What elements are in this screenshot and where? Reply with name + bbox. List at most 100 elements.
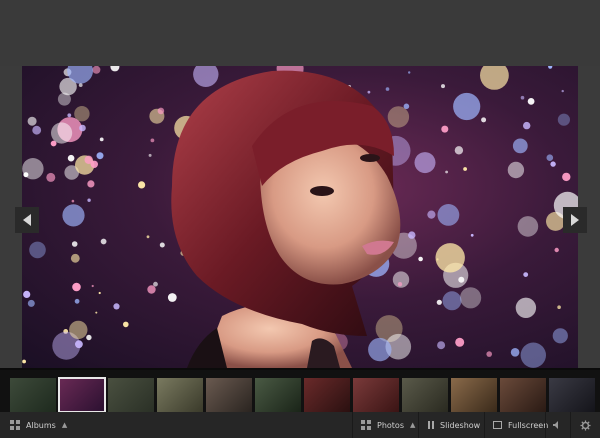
bokeh-dot bbox=[441, 125, 449, 133]
bokeh-dot bbox=[157, 107, 165, 115]
bokeh-dot bbox=[510, 348, 520, 357]
thumbnail[interactable] bbox=[549, 378, 595, 412]
bokeh-dot bbox=[153, 281, 158, 287]
slideshow-label: Slideshow bbox=[440, 420, 481, 430]
bokeh-dot bbox=[138, 181, 146, 189]
divider bbox=[484, 412, 485, 438]
bokeh-dot bbox=[546, 154, 554, 161]
bokeh-dot bbox=[148, 153, 152, 157]
sound-button[interactable] bbox=[553, 412, 561, 438]
bokeh-dot bbox=[414, 152, 436, 174]
bokeh-dot bbox=[454, 146, 464, 155]
bokeh-dot bbox=[437, 204, 460, 226]
bokeh-dot bbox=[84, 155, 93, 164]
bokeh-dot bbox=[193, 66, 219, 87]
bokeh-dot bbox=[470, 233, 474, 237]
thumbnail[interactable] bbox=[304, 378, 350, 412]
bokeh-dot bbox=[98, 291, 101, 295]
bokeh-dot bbox=[442, 291, 462, 311]
bokeh-dot bbox=[460, 287, 482, 309]
bokeh-dot bbox=[57, 92, 71, 106]
bokeh-dot bbox=[455, 337, 465, 347]
bokeh-dot bbox=[69, 320, 88, 340]
settings-button[interactable] bbox=[580, 412, 591, 438]
divider bbox=[352, 412, 353, 438]
bokeh-dot bbox=[32, 125, 42, 135]
bokeh-dot bbox=[74, 106, 90, 122]
thumbnail[interactable] bbox=[353, 378, 399, 412]
bokeh-dot bbox=[517, 216, 539, 237]
thumbnail[interactable] bbox=[255, 378, 301, 412]
chevron-up-icon: ▲ bbox=[61, 421, 68, 429]
thumbnail[interactable] bbox=[451, 378, 497, 412]
bokeh-dot bbox=[22, 359, 26, 364]
bokeh-dot bbox=[512, 138, 528, 154]
slideshow-button[interactable]: Slideshow bbox=[428, 412, 480, 438]
bokeh-dot bbox=[79, 124, 86, 132]
bokeh-dot bbox=[486, 351, 493, 357]
albums-label: Albums bbox=[26, 420, 56, 430]
bokeh-dot bbox=[385, 87, 390, 91]
grid-icon bbox=[10, 420, 20, 430]
chevron-right-icon bbox=[571, 214, 579, 226]
bokeh-dot bbox=[437, 341, 446, 350]
bokeh-dot bbox=[453, 92, 481, 121]
previous-photo-button[interactable] bbox=[15, 207, 39, 233]
bokeh-dot bbox=[46, 172, 56, 182]
thumbnail[interactable] bbox=[108, 378, 154, 412]
bokeh-dot bbox=[123, 321, 129, 328]
bokeh-dot bbox=[397, 282, 403, 287]
bokeh-dot bbox=[147, 285, 156, 294]
bokeh-dot bbox=[463, 167, 467, 171]
bokeh-dot bbox=[554, 247, 559, 253]
bokeh-dot bbox=[62, 204, 85, 227]
bokeh-dot bbox=[523, 121, 531, 130]
thumbnail[interactable] bbox=[402, 378, 448, 412]
photos-button[interactable]: Photos ▲ bbox=[361, 412, 415, 438]
bokeh-dot bbox=[100, 238, 107, 245]
thumbnail[interactable] bbox=[58, 377, 106, 413]
bokeh-dot bbox=[557, 113, 571, 126]
bokeh-dot bbox=[74, 298, 80, 304]
bokeh-dot bbox=[552, 328, 568, 344]
bokeh-dot bbox=[403, 103, 410, 110]
bokeh-dot bbox=[481, 117, 487, 123]
photo-viewer: Albums ▲ Photos ▲ Slideshow Fullscreen bbox=[0, 0, 600, 438]
bokeh-dot bbox=[146, 235, 150, 239]
bokeh-dot bbox=[71, 241, 78, 247]
bokeh-dot bbox=[78, 83, 83, 87]
bokeh-dot bbox=[480, 66, 509, 90]
albums-button[interactable]: Albums ▲ bbox=[10, 412, 67, 438]
fullscreen-button[interactable]: Fullscreen bbox=[493, 412, 548, 438]
thumbnail[interactable] bbox=[500, 378, 546, 412]
speaker-icon bbox=[553, 421, 558, 429]
bokeh-dot bbox=[75, 340, 83, 349]
right-eye bbox=[360, 154, 380, 162]
bokeh-dot bbox=[87, 180, 95, 188]
divider bbox=[570, 412, 571, 438]
thumbnail[interactable] bbox=[206, 378, 252, 412]
bokeh-dot bbox=[22, 158, 44, 180]
bokeh-dot bbox=[67, 154, 75, 162]
thumbnail-strip[interactable] bbox=[0, 368, 600, 414]
bokeh-dot bbox=[427, 210, 436, 219]
thumbnail[interactable] bbox=[10, 378, 56, 412]
bokeh-dot bbox=[150, 138, 155, 143]
bokeh-dot bbox=[520, 342, 546, 368]
bokeh-dot bbox=[70, 253, 80, 263]
thumbnail[interactable] bbox=[157, 378, 203, 412]
bokeh-dot bbox=[87, 198, 91, 202]
bokeh-dot bbox=[159, 242, 165, 248]
bokeh-dot bbox=[562, 172, 571, 182]
bokeh-dot bbox=[523, 272, 529, 277]
bokeh-dot bbox=[23, 290, 31, 298]
bokeh-dot bbox=[72, 282, 81, 292]
portrait-image bbox=[22, 66, 578, 368]
bokeh-dot bbox=[67, 113, 72, 118]
bokeh-dot bbox=[86, 334, 92, 341]
bokeh-dot bbox=[550, 161, 556, 167]
bokeh-dot bbox=[167, 293, 177, 302]
top-margin bbox=[0, 0, 600, 66]
next-photo-button[interactable] bbox=[563, 207, 587, 233]
main-photo[interactable] bbox=[22, 66, 578, 368]
